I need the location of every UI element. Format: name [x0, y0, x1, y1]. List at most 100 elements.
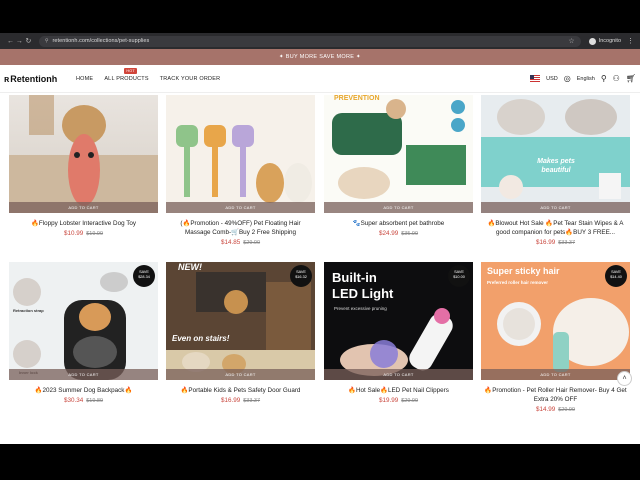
product-image[interactable]: Makes pets beautiful ADD TO CART: [481, 95, 630, 213]
header-utilities: USD ◎ English ⚲ ⚇ 🛒︎: [530, 74, 636, 83]
compare-price: $29.99: [401, 398, 419, 404]
add-to-cart-button[interactable]: ADD TO CART: [324, 369, 473, 380]
scroll-up-button[interactable]: ˄: [617, 371, 632, 386]
prevention-label: PREVENTION: [334, 95, 380, 102]
product-card[interactable]: Retraction strap Inner lock SAVE $28.34 …: [9, 262, 158, 404]
product-image[interactable]: PREVENTION ADD TO CART: [324, 95, 473, 213]
product-image[interactable]: ADD TO CART: [166, 95, 315, 213]
hot-badge: HOT: [124, 67, 137, 74]
product-title[interactable]: 🔥Blowout Hot Sale 🔥Pet Tear Stain Wipes …: [481, 219, 630, 237]
bookmark-star-icon[interactable]: ☆: [568, 37, 574, 45]
product-card[interactable]: ADD TO CART (🔥Promotion - 49%OFF) Pet Fl…: [166, 95, 315, 246]
forward-icon[interactable]: →: [15, 38, 24, 45]
site-logo[interactable]: ʀ Retentionh: [4, 74, 72, 84]
add-to-cart-button[interactable]: ADD TO CART: [166, 369, 315, 380]
product-prices: $10.99 $19.99: [9, 230, 158, 237]
search-icon[interactable]: ⚲: [601, 74, 607, 83]
us-flag-icon[interactable]: [530, 75, 541, 82]
compare-price: $29.99: [558, 407, 576, 413]
preferred-remover-label: Preferred roller hair remover: [487, 280, 549, 285]
add-to-cart-button[interactable]: ADD TO CART: [9, 369, 158, 380]
product-card[interactable]: Built-in LED Light Prevent excessive pru…: [324, 262, 473, 404]
language-selector[interactable]: English: [577, 76, 595, 82]
browser-menu-icon[interactable]: ⋮: [627, 37, 634, 45]
add-to-cart-button[interactable]: ADD TO CART: [166, 202, 315, 213]
reload-icon[interactable]: ↻: [24, 37, 33, 45]
site-header: ʀ Retentionh HOME ALL PRODUCTS HOT TRACK…: [0, 65, 640, 93]
retraction-strap-label: Retraction strap: [13, 308, 44, 313]
product-image[interactable]: Built-in LED Light Prevent excessive pru…: [324, 262, 473, 380]
currency-selector[interactable]: USD: [546, 76, 558, 82]
account-icon[interactable]: ⚇: [613, 74, 620, 83]
save-badge: SAVE $28.34: [133, 265, 155, 287]
bottom-bezel: [0, 444, 640, 480]
led-light-headline: LED Light: [332, 286, 394, 301]
prevent-pruning-label: Prevent excessive pruning: [334, 306, 387, 311]
product-title[interactable]: 🔥Hot Sale🔥LED Pet Nail Clippers: [324, 386, 473, 395]
product-title[interactable]: 🔥Portable Kids & Pets Safety Door Guard: [166, 386, 315, 395]
pet-comb-illustration: [176, 125, 312, 203]
product-prices: $19.99 $29.99: [324, 397, 473, 404]
url-text: retentionh.com/collections/pet-supplies: [52, 38, 150, 44]
add-to-cart-button[interactable]: ADD TO CART: [324, 202, 473, 213]
lobster-toy-illustration: [9, 95, 158, 213]
sale-price: $14.99: [535, 406, 556, 413]
globe-icon[interactable]: ◎: [564, 74, 571, 83]
product-image[interactable]: Retraction strap Inner lock SAVE $28.34 …: [9, 262, 158, 380]
product-card[interactable]: PREVENTION ADD TO CART 🐾Super absorbent …: [324, 95, 473, 237]
compare-price: $35.99: [401, 231, 419, 237]
product-title[interactable]: 🔥Floppy Lobster Interactive Dog Toy: [9, 219, 158, 228]
compare-price: $33.37: [558, 240, 576, 246]
new-label: NEW!: [178, 262, 202, 272]
tear-stain-wipes-illustration: [481, 99, 630, 199]
chevron-up-icon: ˄: [622, 375, 627, 382]
promo-banner[interactable]: ✦ BUY MORE SAVE MORE ✦: [0, 49, 640, 65]
web-page: ✦ BUY MORE SAVE MORE ✦ ʀ Retentionh HOME…: [0, 49, 640, 444]
product-image[interactable]: ADD TO CART: [9, 95, 158, 213]
built-in-headline: Built-in: [332, 270, 377, 285]
incognito-indicator[interactable]: Incognito ⋮: [588, 37, 634, 45]
product-title[interactable]: 🐾Super absorbent pet bathrobe: [324, 219, 473, 228]
sale-price: $14.85: [220, 239, 241, 246]
product-title[interactable]: (🔥Promotion - 49%OFF) Pet Floating Hair …: [166, 219, 315, 237]
product-image[interactable]: Super sticky hair Preferred roller hair …: [481, 262, 630, 380]
browser-toolbar: ← → ↻ ⚲ retentionh.com/collections/pet-s…: [0, 33, 640, 49]
back-icon[interactable]: ←: [6, 38, 15, 45]
product-title[interactable]: 🔥Promotion - Pet Roller Hair Remover- Bu…: [481, 386, 630, 404]
site-info-icon[interactable]: ⚲: [45, 38, 49, 44]
product-prices: $14.99 $29.99: [481, 406, 630, 413]
sale-price: $10.99: [63, 230, 84, 237]
sale-price: $30.34: [63, 397, 84, 404]
product-prices: $16.99 $33.37: [481, 239, 630, 246]
incognito-label: Incognito: [598, 38, 622, 44]
compare-price: $19.89: [86, 398, 104, 404]
save-badge: SAVE $16.32: [290, 265, 312, 287]
main-menu: HOME ALL PRODUCTS HOT TRACK YOUR ORDER: [76, 67, 231, 82]
product-card[interactable]: Makes pets beautiful ADD TO CART 🔥Blowou…: [481, 95, 630, 246]
cart-icon[interactable]: 🛒︎: [626, 74, 636, 83]
product-title[interactable]: 🔥2023 Summer Dog Backpack🔥: [9, 386, 158, 395]
screen: ← → ↻ ⚲ retentionh.com/collections/pet-s…: [0, 0, 640, 480]
add-to-cart-button[interactable]: ADD TO CART: [9, 202, 158, 213]
menu-all-products[interactable]: ALL PRODUCTS HOT: [104, 67, 149, 82]
product-prices: $30.34 $19.89: [9, 397, 158, 404]
compare-price: $29.00: [243, 240, 261, 246]
product-image[interactable]: NEW! Even on stairs! SAVE $16.32 ADD TO …: [166, 262, 315, 380]
logo-text: Retentionh: [10, 73, 58, 84]
add-to-cart-button[interactable]: ADD TO CART: [481, 369, 630, 380]
even-on-stairs-label: Even on stairs!: [172, 334, 230, 343]
save-badge: SAVE $10.00: [448, 265, 470, 287]
product-prices: $24.99 $35.99: [324, 230, 473, 237]
menu-all-products-label: ALL PRODUCTS: [104, 75, 149, 82]
makes-pets-beautiful-text: Makes pets beautiful: [537, 158, 575, 174]
sale-price: $24.99: [378, 230, 399, 237]
product-card[interactable]: ADD TO CART 🔥Floppy Lobster Interactive …: [9, 95, 158, 237]
product-card[interactable]: NEW! Even on stairs! SAVE $16.32 ADD TO …: [166, 262, 315, 404]
add-to-cart-button[interactable]: ADD TO CART: [481, 202, 630, 213]
address-bar[interactable]: ⚲ retentionh.com/collections/pet-supplie…: [38, 35, 581, 47]
compare-price: $33.37: [243, 398, 261, 404]
menu-track-order[interactable]: TRACK YOUR ORDER: [160, 76, 221, 82]
product-card[interactable]: Super sticky hair Preferred roller hair …: [481, 262, 630, 413]
menu-home[interactable]: HOME: [76, 76, 93, 82]
product-prices: $16.99 $33.37: [166, 397, 315, 404]
